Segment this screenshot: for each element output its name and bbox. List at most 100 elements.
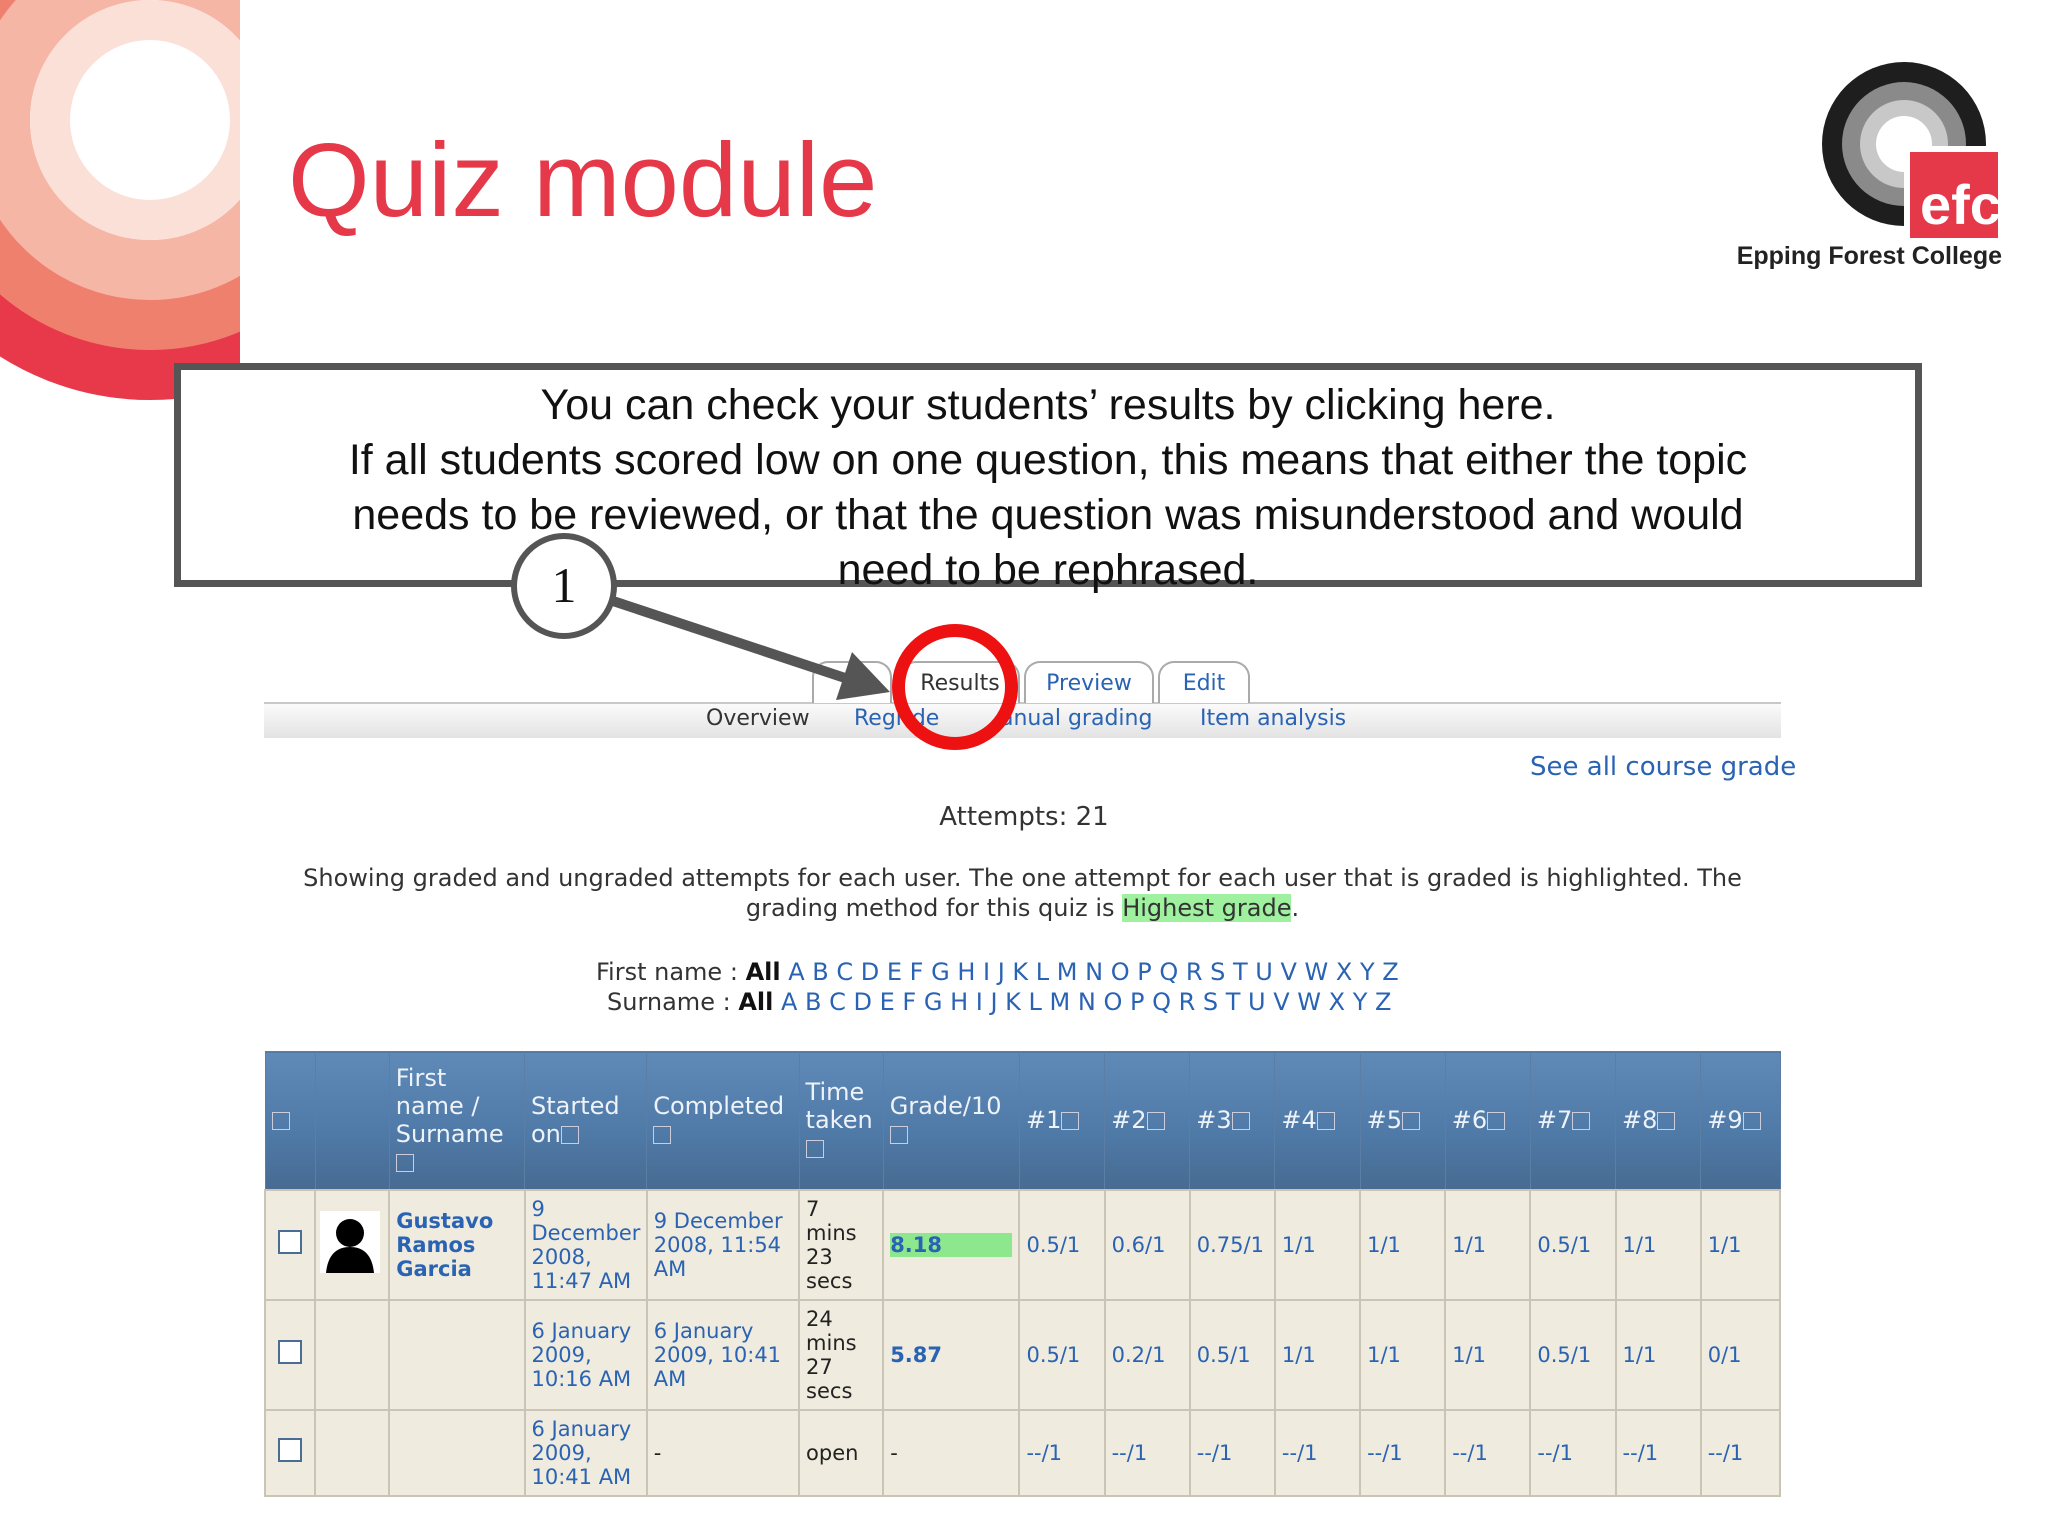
completed-cell[interactable]: 9 December 2008, 11:54 AM	[645, 1188, 801, 1301]
question-score[interactable]: --/1	[1699, 1408, 1782, 1497]
subtab-item-analysis[interactable]: Item analysis	[1200, 705, 1346, 733]
question-header[interactable]: #2	[1104, 1051, 1191, 1190]
started-cell[interactable]: 6 January 2009, 10:16 AM	[523, 1298, 648, 1411]
question-score[interactable]: --/1	[1359, 1408, 1447, 1497]
question-header-label[interactable]: #2	[1111, 1106, 1146, 1134]
started-header[interactable]: Started on	[523, 1051, 648, 1190]
question-header[interactable]: #8	[1615, 1051, 1702, 1190]
question-score[interactable]: --/1	[1103, 1408, 1191, 1497]
subtab-overview[interactable]: Overview	[706, 705, 810, 733]
name-header[interactable]: First name / Surname	[388, 1051, 526, 1190]
see-all-grades-link[interactable]: See all course grade	[1530, 752, 1796, 782]
question-score[interactable]: 0.5/1	[1188, 1298, 1276, 1411]
select-all-header[interactable]	[264, 1051, 316, 1190]
grade-cell[interactable]: 8.18	[882, 1188, 1021, 1301]
tab-info[interactable]: In	[812, 661, 892, 703]
question-header-label[interactable]: #7	[1537, 1106, 1572, 1134]
row-select-cell[interactable]	[263, 1188, 317, 1301]
avatar[interactable]	[314, 1188, 391, 1301]
question-score[interactable]: --/1	[1529, 1408, 1617, 1497]
tab-edit[interactable]: Edit	[1158, 661, 1250, 703]
question-score[interactable]: 1/1	[1444, 1188, 1532, 1301]
tab-preview[interactable]: Preview	[1024, 661, 1154, 703]
question-header-label[interactable]: #5	[1367, 1106, 1402, 1134]
question-header-label[interactable]: #4	[1281, 1106, 1316, 1134]
question-score[interactable]: --/1	[1273, 1408, 1362, 1497]
grade-value[interactable]: 8.18	[890, 1232, 1013, 1257]
question-header-label[interactable]: #3	[1196, 1106, 1231, 1134]
question-header-label[interactable]: #9	[1707, 1106, 1742, 1134]
question-score[interactable]: 0.75/1	[1188, 1188, 1276, 1301]
row-checkbox[interactable]	[278, 1340, 303, 1364]
completed-header-label[interactable]: Completed	[653, 1092, 784, 1120]
row-checkbox[interactable]	[278, 1438, 303, 1462]
question-score[interactable]: 1/1	[1444, 1298, 1532, 1411]
hide-column-icon[interactable]	[1657, 1112, 1676, 1131]
name-header-label[interactable]: First name / Surname	[396, 1064, 504, 1148]
hide-column-icon[interactable]	[1401, 1112, 1420, 1131]
hide-column-icon[interactable]	[1487, 1112, 1506, 1131]
question-score[interactable]: 0.5/1	[1018, 1188, 1106, 1301]
student-name-link[interactable]	[388, 1408, 526, 1497]
hide-column-icon[interactable]	[395, 1154, 414, 1173]
question-header[interactable]: #7	[1529, 1051, 1617, 1190]
question-header-label[interactable]: #8	[1622, 1106, 1657, 1134]
completed-header[interactable]: Completed	[646, 1051, 800, 1190]
question-header[interactable]: #3	[1189, 1051, 1276, 1190]
hide-column-icon[interactable]	[653, 1126, 672, 1145]
question-score[interactable]: 0/1	[1699, 1298, 1782, 1411]
question-score[interactable]: 0.5/1	[1529, 1188, 1617, 1301]
row-checkbox[interactable]	[278, 1230, 303, 1254]
question-score[interactable]: 1/1	[1699, 1188, 1782, 1301]
subtab-manual-grading[interactable]: anual grading	[1000, 705, 1152, 733]
question-header[interactable]: #4	[1274, 1051, 1361, 1190]
time-header[interactable]: Time taken	[798, 1051, 884, 1190]
completed-cell[interactable]: 6 January 2009, 10:41 AM	[645, 1298, 801, 1411]
row-select-cell[interactable]	[263, 1408, 317, 1497]
hide-column-icon[interactable]	[805, 1140, 824, 1159]
question-score[interactable]: 1/1	[1614, 1188, 1702, 1301]
question-header[interactable]: #6	[1444, 1051, 1531, 1190]
question-score[interactable]: 1/1	[1273, 1298, 1362, 1411]
hide-column-icon[interactable]	[889, 1126, 908, 1145]
started-cell[interactable]: 6 January 2009, 10:41 AM	[523, 1408, 648, 1497]
grade-header-label[interactable]: Grade/10	[890, 1092, 1002, 1120]
question-score[interactable]: --/1	[1614, 1408, 1702, 1497]
row-select-cell[interactable]	[263, 1298, 317, 1411]
question-header-label[interactable]: #1	[1026, 1106, 1061, 1134]
question-score[interactable]: 1/1	[1614, 1298, 1702, 1411]
question-header[interactable]: #5	[1359, 1051, 1446, 1190]
question-score[interactable]: 1/1	[1359, 1298, 1447, 1411]
question-score[interactable]: --/1	[1018, 1408, 1106, 1497]
first-name-filter-all[interactable]: All	[746, 958, 781, 986]
question-score[interactable]: 1/1	[1273, 1188, 1362, 1301]
hide-column-icon[interactable]	[1742, 1112, 1761, 1131]
question-score[interactable]: --/1	[1444, 1408, 1532, 1497]
grade-cell[interactable]: 5.87	[882, 1298, 1021, 1411]
question-header-label[interactable]: #6	[1452, 1106, 1487, 1134]
student-name-link[interactable]	[388, 1298, 526, 1411]
started-cell[interactable]: 9 December 2008, 11:47 AM	[523, 1188, 648, 1301]
hide-column-icon[interactable]	[1146, 1112, 1165, 1131]
user-avatar-icon[interactable]	[320, 1211, 381, 1273]
hide-column-icon[interactable]	[560, 1126, 579, 1145]
time-header-label[interactable]: Time taken	[806, 1078, 873, 1134]
surname-filter-letters[interactable]: A B C D E F G H I J K L M N O P Q R S T …	[781, 988, 1391, 1016]
question-score[interactable]: --/1	[1188, 1408, 1276, 1497]
grade-header[interactable]: Grade/10	[882, 1051, 1020, 1190]
surname-filter-all[interactable]: All	[738, 988, 773, 1016]
question-score[interactable]: 0.5/1	[1529, 1298, 1617, 1411]
question-score[interactable]: 0.5/1	[1018, 1298, 1106, 1411]
question-header[interactable]: #1	[1018, 1051, 1106, 1190]
hide-column-icon[interactable]	[1572, 1112, 1591, 1131]
question-score[interactable]: 1/1	[1359, 1188, 1447, 1301]
hide-column-icon[interactable]	[1061, 1112, 1080, 1131]
question-score[interactable]: 0.6/1	[1103, 1188, 1191, 1301]
student-name-link[interactable]: Gustavo Ramos Garcia	[388, 1188, 526, 1301]
header-checkbox[interactable]	[271, 1112, 290, 1131]
question-score[interactable]: 0.2/1	[1103, 1298, 1191, 1411]
first-name-filter-letters[interactable]: A B C D E F G H I J K L M N O P Q R S T …	[788, 958, 1398, 986]
hide-column-icon[interactable]	[1231, 1112, 1250, 1131]
question-header[interactable]: #9	[1700, 1051, 1781, 1190]
hide-column-icon[interactable]	[1316, 1112, 1335, 1131]
